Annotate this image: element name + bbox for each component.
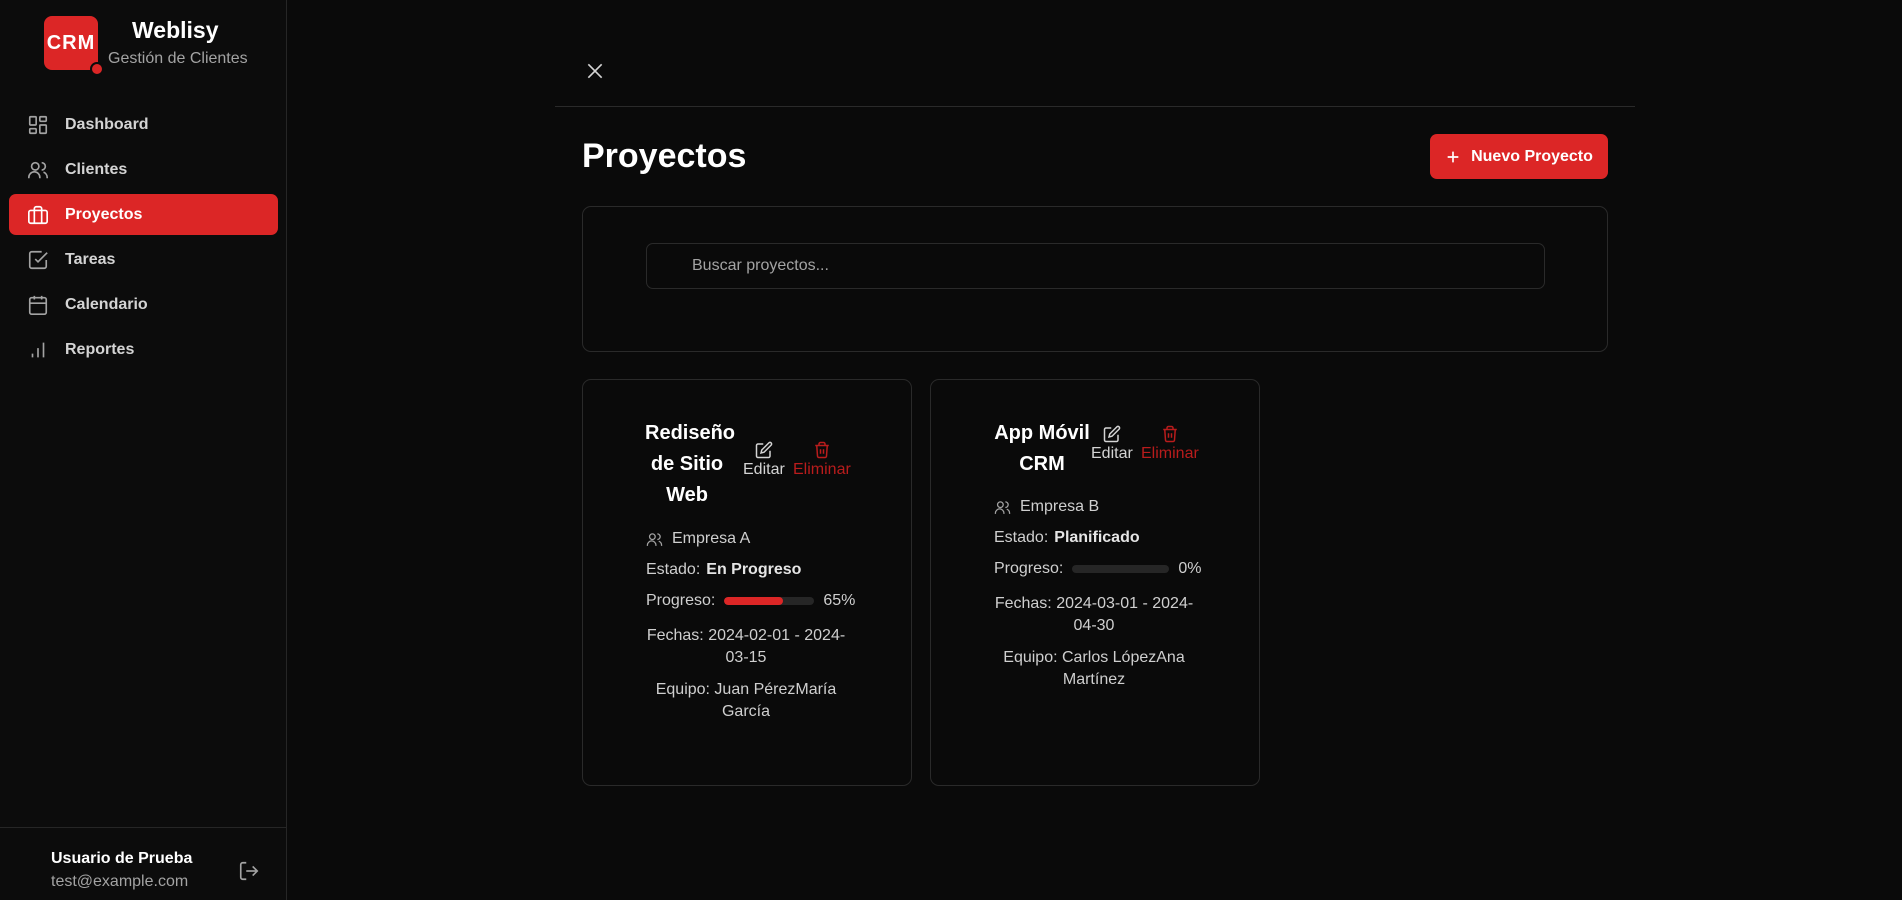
user-area: Usuario de Prueba test@example.com (0, 827, 287, 900)
sidebar-item-label: Calendario (65, 295, 148, 313)
delete-button[interactable]: Eliminar (793, 441, 851, 479)
client-name: Empresa B (1020, 498, 1100, 515)
page-title: Proyectos (582, 137, 747, 175)
users-icon (994, 500, 1011, 514)
edit-icon (1103, 425, 1121, 443)
check-square-icon (28, 250, 48, 269)
sidebar-item-label: Tareas (65, 250, 116, 268)
progress-bar (1072, 565, 1170, 573)
search-panel (582, 206, 1608, 352)
progress-row: Progreso: 0% (994, 560, 1202, 578)
sidebar-item-clientes[interactable]: Clientes (9, 149, 278, 190)
progress-value: 0% (1178, 560, 1202, 577)
sidebar-item-calendario[interactable]: Calendario (9, 284, 278, 325)
client-name: Empresa A (672, 530, 751, 547)
close-button[interactable] (582, 58, 608, 84)
plus-icon (1447, 151, 1459, 162)
client-row: Empresa A (646, 530, 750, 548)
close-icon (587, 63, 603, 79)
edit-button[interactable]: Editar (1091, 425, 1133, 463)
logo-dot (90, 62, 104, 76)
project-team: Equipo: Carlos LópezAna Martínez (1003, 649, 1185, 688)
status-label: Estado: (994, 529, 1049, 546)
sidebar: CRM Weblisy Gestión de Clientes Dashboar… (0, 0, 287, 900)
user-email: test@example.com (51, 873, 189, 890)
sidebar-item-label: Proyectos (65, 205, 143, 223)
user-name: Usuario de Prueba (51, 850, 193, 867)
delete-label: Eliminar (793, 461, 851, 478)
brand-subtitle: Gestión de Clientes (108, 50, 248, 67)
edit-label: Editar (1091, 445, 1133, 462)
project-dates: Fechas: 2024-02-01 - 2024-03-15 (646, 627, 846, 666)
delete-label: Eliminar (1141, 445, 1199, 462)
sidebar-item-label: Dashboard (65, 115, 149, 133)
project-card: Rediseño de Sitio Web Editar Eliminar Em… (582, 379, 912, 786)
status-label: Estado: (646, 561, 701, 578)
project-title: App Móvil CRM (994, 422, 1090, 475)
brand-name: Weblisy (132, 17, 219, 43)
users-icon (28, 161, 48, 178)
status-row: Estado: En Progreso (646, 561, 801, 579)
project-title: Rediseño de Sitio Web (645, 422, 736, 506)
status-value: En Progreso (706, 561, 802, 578)
progress-fill (724, 597, 783, 605)
sidebar-nav: Dashboard Clientes Proyectos Tareas Cale… (9, 104, 278, 374)
delete-button[interactable]: Eliminar (1141, 425, 1199, 463)
edit-button[interactable]: Editar (743, 441, 785, 479)
trash-icon (815, 441, 829, 459)
users-icon (646, 532, 663, 546)
header-divider (555, 106, 1635, 107)
new-project-button[interactable]: Nuevo Proyecto (1430, 134, 1608, 179)
sidebar-item-tareas[interactable]: Tareas (9, 239, 278, 280)
sidebar-item-label: Clientes (65, 160, 128, 178)
progress-value: 65% (823, 592, 856, 609)
client-row: Empresa B (994, 498, 1099, 516)
status-row: Estado: Planificado (994, 529, 1140, 547)
trash-icon (1163, 425, 1177, 443)
progress-label: Progreso: (646, 592, 716, 609)
project-team: Equipo: Juan PérezMaría García (655, 681, 837, 720)
sidebar-item-proyectos[interactable]: Proyectos (9, 194, 278, 235)
edit-icon (755, 441, 773, 459)
dashboard-icon (28, 115, 48, 134)
progress-label: Progreso: (994, 560, 1064, 577)
crm-logo[interactable]: CRM (44, 16, 104, 76)
logo-text: CRM (46, 31, 96, 54)
bar-chart-icon (31, 342, 45, 357)
logout-icon (239, 861, 259, 881)
sidebar-item-reportes[interactable]: Reportes (9, 329, 278, 370)
sidebar-item-dashboard[interactable]: Dashboard (9, 104, 278, 145)
status-value: Planificado (1054, 529, 1140, 546)
logout-button[interactable] (236, 858, 262, 884)
progress-row: Progreso: 65% (646, 592, 855, 610)
project-dates: Fechas: 2024-03-01 - 2024-04-30 (994, 595, 1194, 634)
project-card: App Móvil CRM Editar Eliminar Empresa B … (930, 379, 1260, 786)
progress-bar (724, 597, 815, 605)
calendar-icon (28, 295, 48, 315)
search-input[interactable] (646, 243, 1545, 289)
briefcase-icon (28, 205, 48, 224)
edit-label: Editar (743, 461, 785, 478)
new-project-label: Nuevo Proyecto (1471, 147, 1593, 165)
sidebar-item-label: Reportes (65, 340, 135, 358)
